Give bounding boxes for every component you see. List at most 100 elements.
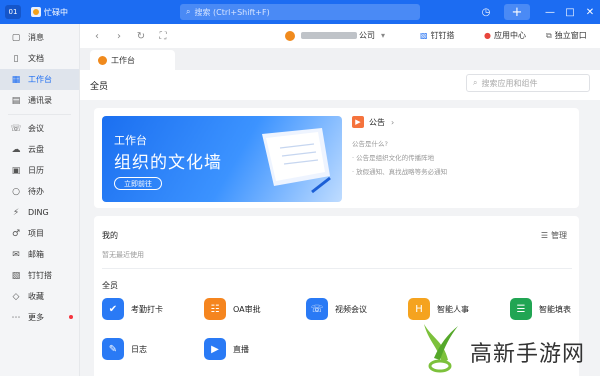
org-logo-icon xyxy=(98,55,107,65)
dingda-icon: ▧ xyxy=(11,270,21,281)
sidebar-item-meeting[interactable]: ☏ 会议 xyxy=(0,118,79,139)
toolbar: ‹ › ↻ ⛶ 公司 ▾ ▧ 钉钉搭 ● 应用中心 ⧉ 独立窗口 xyxy=(80,24,600,48)
sidebar-item-label: 云盘 xyxy=(28,145,44,154)
app-center-label: 应用中心 xyxy=(493,31,526,40)
notebook-illustration xyxy=(262,128,331,194)
app-label: 考勤打卡 xyxy=(131,304,163,314)
app-attendance[interactable]: ✔ 考勤打卡 xyxy=(102,298,163,320)
tab-bar: 工作台 xyxy=(80,48,600,70)
org-logo xyxy=(285,30,295,41)
banner-card: 工作台 组织的文化墙 立即前往 ▶ 公告 › 公告是什么? · 公告是组织文化的… xyxy=(94,108,579,208)
sidebar-item-ding[interactable]: ⚡ DING xyxy=(0,202,79,223)
notice-panel: ▶ 公告 › 公告是什么? · 公告是组织文化的传播阵地 · 放假通知、真找战略… xyxy=(352,116,447,176)
sidebar-item-favorites[interactable]: ◇ 收藏 xyxy=(0,286,79,307)
search-icon: ⌕ xyxy=(473,78,478,87)
status-indicator[interactable]: 忙碌中 xyxy=(31,7,68,18)
main-header: 全员 ⌕ 搜索应用和组件 xyxy=(80,70,600,100)
attendance-icon: ✔ xyxy=(102,298,124,320)
sidebar-item-workbench[interactable]: ▦ 工作台 xyxy=(0,69,79,90)
standalone-window-link[interactable]: ⧉ 独立窗口 xyxy=(546,30,587,41)
back-icon[interactable]: ‹ xyxy=(86,31,108,42)
dingda-icon: ▧ xyxy=(420,31,428,40)
sidebar-item-label: 收藏 xyxy=(28,292,44,301)
user-id-badge[interactable]: 01 xyxy=(5,5,21,19)
app-live[interactable]: ▶ 直播 xyxy=(204,338,249,360)
add-button[interactable]: + xyxy=(504,4,530,20)
sidebar-item-todo[interactable]: ○ 待办 xyxy=(0,181,79,202)
sidebar-item-dingda[interactable]: ▧ 钉钉搭 xyxy=(0,265,79,286)
sidebar-item-calendar[interactable]: ▣ 日历 xyxy=(0,160,79,181)
notice-line: 公告是什么? xyxy=(352,140,388,148)
notice-header[interactable]: ▶ 公告 › xyxy=(352,116,447,128)
sidebar-item-label: 钉钉搭 xyxy=(28,271,52,280)
watermark-text: 高新手游网 xyxy=(470,342,586,367)
global-search-input[interactable]: ⌕ 搜索 (Ctrl+Shift+F) xyxy=(180,4,420,20)
manage-label: 管理 xyxy=(551,231,567,240)
go-now-button[interactable]: 立即前往 xyxy=(114,177,162,190)
app-center-link[interactable]: ● 应用中心 xyxy=(484,30,526,41)
empty-recent-text: 暂无最近使用 xyxy=(102,251,144,259)
mail-icon: ✉ xyxy=(12,249,20,260)
watermark-logo xyxy=(424,324,458,373)
culture-wall-banner[interactable]: 工作台 组织的文化墙 立即前往 xyxy=(102,116,342,202)
sidebar-item-documents[interactable]: ▯ 文档 xyxy=(0,48,79,69)
forward-icon[interactable]: › xyxy=(108,31,130,42)
app-label: 直播 xyxy=(233,344,249,354)
section-divider xyxy=(102,268,572,269)
sidebar-item-label: 项目 xyxy=(28,229,44,238)
org-name-redacted xyxy=(301,32,357,39)
app-video-meeting[interactable]: ☏ 视频会议 xyxy=(306,298,367,320)
tab-workbench[interactable]: 工作台 xyxy=(90,50,175,70)
sidebar-item-messages[interactable]: ▢ 消息 xyxy=(0,27,79,48)
title-bar: 01 忙碌中 ⌕ 搜索 (Ctrl+Shift+F) ◷ + — □ ✕ xyxy=(0,0,600,24)
fullscreen-icon[interactable]: ⛶ xyxy=(152,31,174,42)
hr-icon: H xyxy=(408,298,430,320)
global-search-placeholder: 搜索 (Ctrl+Shift+F) xyxy=(194,7,270,17)
app-log[interactable]: ✎ 日志 xyxy=(102,338,147,360)
search-icon: ⌕ xyxy=(186,7,191,16)
banner-headline: 组织的文化墙 xyxy=(114,153,222,173)
sidebar-item-label: DING xyxy=(28,208,49,217)
sidebar-item-contacts[interactable]: ▤ 通讯录 xyxy=(0,90,79,111)
app-label: 日志 xyxy=(131,344,147,354)
app-label: 视频会议 xyxy=(335,304,367,314)
sidebar-item-project[interactable]: ♂ 项目 xyxy=(0,223,79,244)
more-icon: ⋯ xyxy=(11,312,21,323)
history-icon[interactable]: ◷ xyxy=(476,0,496,24)
todo-icon: ○ xyxy=(12,186,20,197)
app-oa-approval[interactable]: ☷ OA审批 xyxy=(204,298,261,320)
workbench-icon: ▦ xyxy=(11,74,21,85)
close-icon[interactable]: ✕ xyxy=(580,0,600,24)
all-section-title: 全员 xyxy=(102,281,118,290)
ding-icon: ⚡ xyxy=(12,207,20,218)
page-title: 全员 xyxy=(90,82,109,92)
manage-button[interactable]: ☰ 管理 xyxy=(541,230,567,241)
app-smart-form[interactable]: ☰ 智能填表 xyxy=(510,298,571,320)
sidebar-item-mail[interactable]: ✉ 邮箱 xyxy=(0,244,79,265)
dingda-link[interactable]: ▧ 钉钉搭 xyxy=(420,30,455,41)
dingda-label: 钉钉搭 xyxy=(430,31,455,40)
favorite-icon: ◇ xyxy=(12,291,20,302)
contacts-icon: ▤ xyxy=(11,95,21,106)
sidebar-item-more[interactable]: ⋯ 更多 xyxy=(0,307,79,328)
chevron-right-icon: › xyxy=(391,117,395,127)
video-meeting-icon: ☏ xyxy=(306,298,328,320)
maximize-icon[interactable]: □ xyxy=(560,0,580,24)
refresh-icon[interactable]: ↻ xyxy=(130,31,152,42)
sidebar-item-label: 邮箱 xyxy=(28,250,44,259)
meeting-icon: ☏ xyxy=(10,123,22,134)
minimize-icon[interactable]: — xyxy=(540,0,560,24)
status-icon xyxy=(31,7,41,17)
notice-icon: ▶ xyxy=(352,116,364,128)
app-smart-hr[interactable]: H 智能人事 xyxy=(408,298,469,320)
notice-line: · 放假通知、真找战略等务必通知 xyxy=(352,168,448,176)
sidebar-item-cloud[interactable]: ☁ 云盘 xyxy=(0,139,79,160)
org-switcher[interactable]: 公司 ▾ xyxy=(285,30,385,41)
app-search-placeholder: 搜索应用和组件 xyxy=(481,78,538,88)
message-icon: ▢ xyxy=(11,32,21,43)
sliders-icon: ☰ xyxy=(540,231,548,240)
sidebar-divider xyxy=(8,114,71,115)
app-center-icon: ● xyxy=(484,31,491,40)
app-label: OA审批 xyxy=(233,304,261,314)
app-search-input[interactable]: ⌕ 搜索应用和组件 xyxy=(466,74,590,92)
